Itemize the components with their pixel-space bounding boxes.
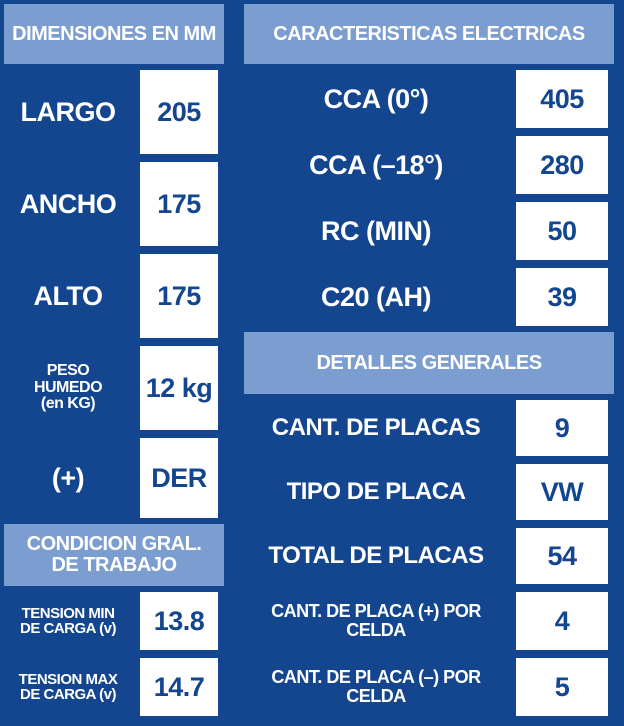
cant-placas-label: CANT. DE PLACAS xyxy=(244,398,508,458)
tension-min-label: TENSION MIN DE CARGA (v) xyxy=(4,590,132,652)
alto-label: ALTO xyxy=(4,252,132,340)
tension-max-line-2: DE CARGA (v) xyxy=(20,686,116,703)
conditions-header: CONDICION GRAL. DE TRABAJO xyxy=(4,524,224,586)
ancho-label: ANCHO xyxy=(4,160,132,248)
cca-18-value: 280 xyxy=(514,134,610,196)
tension-max-label: TENSION MAX DE CARGA (v) xyxy=(4,656,132,718)
peso-label-line-1: PESO xyxy=(46,361,90,379)
tension-min-line-2: DE CARGA (v) xyxy=(20,620,116,637)
tension-max-line-1: TENSION MAX xyxy=(18,671,118,688)
c20-label: C20 (AH) xyxy=(244,266,508,328)
placa-pos-label: CANT. DE PLACA (+) POR CELDA xyxy=(244,590,508,652)
polarity-label: (+) xyxy=(4,436,132,520)
center-divider xyxy=(228,0,236,726)
tension-min-line-1: TENSION MIN xyxy=(21,605,115,622)
tension-max-value: 14.7 xyxy=(138,656,220,718)
largo-label: LARGO xyxy=(4,68,132,156)
electrical-header: CARACTERISTICAS ELECTRICAS xyxy=(244,4,614,64)
c20-value: 39 xyxy=(514,266,610,328)
total-placas-label: TOTAL DE PLACAS xyxy=(244,526,508,586)
cca-0-value: 405 xyxy=(514,68,610,130)
total-placas-value: 54 xyxy=(514,526,610,586)
tipo-placa-value: VW xyxy=(514,462,610,522)
conditions-header-line-1: CONDICION GRAL. xyxy=(26,533,202,555)
rc-min-label: RC (MIN) xyxy=(244,200,508,262)
ancho-value: 175 xyxy=(138,160,220,248)
alto-value: 175 xyxy=(138,252,220,340)
rc-min-value: 50 xyxy=(514,200,610,262)
placa-pos-value: 4 xyxy=(514,590,610,652)
cant-placas-value: 9 xyxy=(514,398,610,458)
largo-value: 205 xyxy=(138,68,220,156)
peso-label-line-3: (en KG) xyxy=(40,395,96,413)
conditions-header-line-2: DE TRABAJO xyxy=(51,554,177,576)
peso-label: PESO HUMEDO (en KG) xyxy=(4,344,132,432)
polarity-value: DER xyxy=(138,436,220,520)
general-header: DETALLES GENERALES xyxy=(244,332,614,394)
cca-18-label: CCA (–18°) xyxy=(244,134,508,196)
placa-neg-value: 5 xyxy=(514,656,610,718)
placa-neg-label: CANT. DE PLACA (–) POR CELDA xyxy=(244,656,508,718)
cca-0-label: CCA (0°) xyxy=(244,68,508,130)
peso-label-line-2: HUMEDO xyxy=(33,378,103,396)
tipo-placa-label: TIPO DE PLACA xyxy=(244,462,508,522)
peso-value: 12 kg xyxy=(138,344,220,432)
dimensions-header: DIMENSIONES EN MM xyxy=(4,4,224,64)
tension-min-value: 13.8 xyxy=(138,590,220,652)
